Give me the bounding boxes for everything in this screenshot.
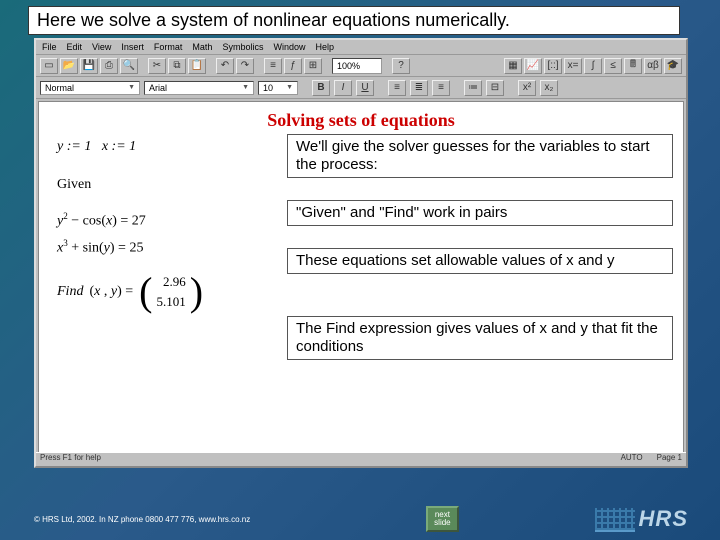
paste-icon[interactable]: 📋 xyxy=(188,58,206,74)
find-expression: Find(x , y) = ( 2.96 5.101 ) xyxy=(57,272,665,312)
find-val-y: 5.101 xyxy=(156,294,185,310)
callout-find: The Find expression gives values of x an… xyxy=(287,316,673,360)
status-help: Press F1 for help xyxy=(40,453,101,466)
title-text: Here we solve a system of nonlinear equa… xyxy=(37,10,510,30)
next-slide-button[interactable]: next slide xyxy=(426,506,458,532)
title-callout: Here we solve a system of nonlinear equa… xyxy=(28,6,680,35)
palette-matrix-icon[interactable]: [::] xyxy=(544,58,562,74)
fontsize-value: 10 xyxy=(263,83,273,93)
chevron-down-icon: ▼ xyxy=(242,84,249,91)
menu-window[interactable]: Window xyxy=(273,42,305,52)
palette-prog-icon[interactable]: 🖩 xyxy=(624,58,642,74)
menu-insert[interactable]: Insert xyxy=(121,42,144,52)
statusbar: Press F1 for help AUTO Page 1 xyxy=(36,452,686,466)
toolbar-main: ▭ 📂 💾 ⎙ 🔍 ✂ ⧉ 📋 ↶ ↷ ≡ ƒ ⊞ 100% ? ▦ 📈 [::… xyxy=(36,55,686,77)
chevron-down-icon: ▼ xyxy=(128,84,135,91)
toolbar-format: Normal ▼ Arial ▼ 10 ▼ B I U ≡ ≣ ≡ ≔ ⊟ x² x₂ xyxy=(36,77,686,99)
save-icon[interactable]: 💾 xyxy=(80,58,98,74)
menubar: File Edit View Insert Format Math Symbol… xyxy=(36,40,686,55)
align-center-icon[interactable]: ≣ xyxy=(410,80,428,96)
zoom-input[interactable]: 100% xyxy=(332,58,382,74)
callout-given-find: "Given" and "Find" work in pairs xyxy=(287,200,673,226)
align-right-icon[interactable]: ≡ xyxy=(432,80,450,96)
callout-given-find-text: "Given" and "Find" work in pairs xyxy=(296,204,507,221)
callout-equations: These equations set allowable values of … xyxy=(287,248,673,274)
underline-button[interactable]: U xyxy=(356,80,374,96)
next-label-2: slide xyxy=(434,519,450,527)
menu-edit[interactable]: Edit xyxy=(67,42,83,52)
menu-symbolics[interactable]: Symbolics xyxy=(222,42,263,52)
eq1-rhs: 27 xyxy=(132,214,146,229)
subscript-icon[interactable]: x₂ xyxy=(540,80,558,96)
numbering-icon[interactable]: ⊟ xyxy=(486,80,504,96)
italic-button[interactable]: I xyxy=(334,80,352,96)
hrs-logo-grid-icon xyxy=(595,508,635,532)
hrs-logo: HRS xyxy=(595,506,688,532)
preview-icon[interactable]: 🔍 xyxy=(120,58,138,74)
eq2-rhs: 25 xyxy=(129,240,143,255)
new-icon[interactable]: ▭ xyxy=(40,58,58,74)
align-icon[interactable]: ≡ xyxy=(264,58,282,74)
palette-greek-icon[interactable]: αβ xyxy=(644,58,662,74)
bullets-icon[interactable]: ≔ xyxy=(464,80,482,96)
undo-icon[interactable]: ↶ xyxy=(216,58,234,74)
palette-bool-icon[interactable]: ≤ xyxy=(604,58,622,74)
callout-guesses: We'll give the solver guesses for the va… xyxy=(287,134,673,178)
palette-eval-icon[interactable]: x= xyxy=(564,58,582,74)
find-val-x: 2.96 xyxy=(163,274,186,290)
callout-guesses-text: We'll give the solver guesses for the va… xyxy=(296,138,650,173)
font-value: Arial xyxy=(149,83,167,93)
style-combo[interactable]: Normal ▼ xyxy=(40,81,140,95)
menu-math[interactable]: Math xyxy=(192,42,212,52)
copyright-text: © HRS Ltd, 2002. In NZ phone 0800 477 77… xyxy=(34,515,250,524)
status-auto: AUTO xyxy=(621,453,643,466)
chevron-down-icon: ▼ xyxy=(286,84,293,91)
palette-graph-icon[interactable]: 📈 xyxy=(524,58,542,74)
given-keyword: Given xyxy=(57,177,665,193)
hrs-logo-text: HRS xyxy=(639,506,688,532)
superscript-icon[interactable]: x² xyxy=(518,80,536,96)
callout-find-text: The Find expression gives values of x an… xyxy=(296,320,658,355)
menu-view[interactable]: View xyxy=(92,42,111,52)
bold-button[interactable]: B xyxy=(312,80,330,96)
cut-icon[interactable]: ✂ xyxy=(148,58,166,74)
print-icon[interactable]: ⎙ xyxy=(100,58,118,74)
palette-calc2-icon[interactable]: ∫ xyxy=(584,58,602,74)
menu-file[interactable]: File xyxy=(42,42,57,52)
menu-help[interactable]: Help xyxy=(315,42,334,52)
callout-equations-text: These equations set allowable values of … xyxy=(296,252,615,269)
doc-heading: Solving sets of equations xyxy=(57,110,665,131)
mathcad-window: File Edit View Insert Format Math Symbol… xyxy=(34,38,688,468)
document-area[interactable]: Solving sets of equations y := 1 x := 1 … xyxy=(38,101,684,463)
help-icon[interactable]: ? xyxy=(392,58,410,74)
palette-calc-icon[interactable]: ▦ xyxy=(504,58,522,74)
align-left-icon[interactable]: ≡ xyxy=(388,80,406,96)
palette-symb-icon[interactable]: 🎓 xyxy=(664,58,682,74)
redo-icon[interactable]: ↷ xyxy=(236,58,254,74)
function-icon[interactable]: ƒ xyxy=(284,58,302,74)
units-icon[interactable]: ⊞ xyxy=(304,58,322,74)
fontsize-combo[interactable]: 10 ▼ xyxy=(258,81,298,95)
copy-icon[interactable]: ⧉ xyxy=(168,58,186,74)
style-value: Normal xyxy=(45,83,74,93)
menu-format[interactable]: Format xyxy=(154,42,183,52)
status-page: Page 1 xyxy=(657,453,682,466)
slide-footer: © HRS Ltd, 2002. In NZ phone 0800 477 77… xyxy=(34,506,688,532)
open-icon[interactable]: 📂 xyxy=(60,58,78,74)
zoom-value: 100% xyxy=(337,61,360,71)
font-combo[interactable]: Arial ▼ xyxy=(144,81,254,95)
